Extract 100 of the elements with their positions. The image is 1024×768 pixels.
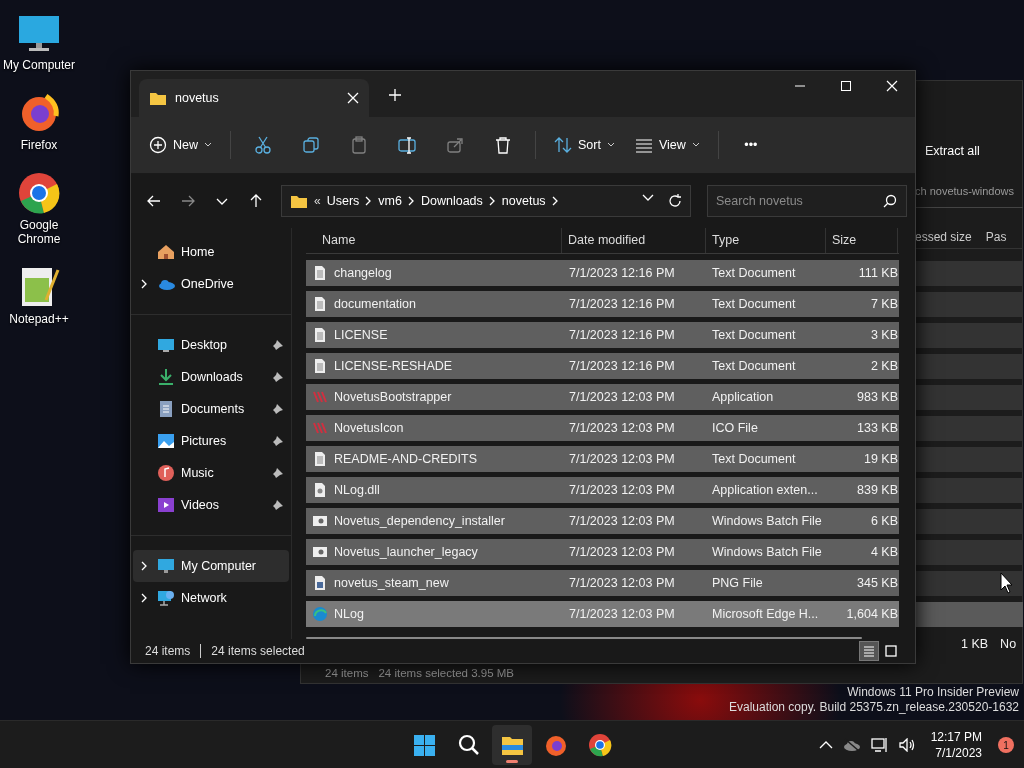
address-bar[interactable]: « Users vm6 Downloads novetus — [281, 185, 691, 217]
table-cell-text: Text Document — [711, 327, 797, 342]
horizontal-scrollbar[interactable] — [306, 636, 862, 639]
window-tab[interactable]: novetus — [139, 79, 369, 117]
chevron-right-icon — [551, 196, 559, 206]
caret-icon — [606, 142, 615, 148]
file-name[interactable]: NovetusIcon — [306, 419, 562, 436]
tab-title: novetus — [175, 91, 220, 105]
file-explorer-taskbar-button[interactable] — [492, 725, 532, 765]
sidebar-item[interactable]: Downloads — [133, 361, 289, 393]
extract-all-button[interactable]: Extract all — [917, 133, 988, 169]
videos-icon — [157, 496, 175, 514]
sidebar-item[interactable]: My Computer — [133, 550, 289, 582]
file-row[interactable]: documentation 7/1/2023 12:16 PM Text Document 7 KB — [306, 290, 899, 317]
sidebar-item[interactable]: Home — [133, 236, 289, 268]
file-name[interactable]: NovetusBootstrapper — [306, 388, 562, 405]
network-icon — [157, 589, 175, 607]
desktop-icon-label[interactable]: Google Chrome — [0, 218, 78, 246]
desktop-icon-label[interactable]: Firefox — [20, 138, 58, 152]
table-cell-text: 7/1/2023 12:03 PM — [568, 575, 676, 590]
column-header[interactable]: essed size — [915, 230, 986, 244]
table-cell-text: 7/1/2023 12:16 PM — [568, 265, 676, 280]
firefox-icon — [544, 733, 568, 757]
list-icon — [634, 136, 653, 154]
file-name[interactable]: README-AND-CREDITS — [306, 450, 562, 467]
refresh-icon[interactable] — [668, 194, 682, 208]
dropdown-icon[interactable] — [642, 194, 654, 202]
home-icon — [157, 243, 175, 261]
new-button[interactable]: New — [141, 127, 220, 163]
table-cell-text: ICO File — [711, 420, 759, 435]
overflow-chevron[interactable]: « — [314, 194, 321, 208]
sidebar-item[interactable]: Network — [133, 582, 289, 614]
more-button[interactable]: ••• — [728, 127, 773, 163]
breadcrumb[interactable]: vm6 — [378, 194, 402, 208]
maximize-icon — [840, 80, 852, 92]
file-name[interactable]: LICENSE — [306, 326, 562, 343]
breadcrumb[interactable]: Users — [326, 194, 360, 208]
file-row[interactable]: LICENSE-RESHADE 7/1/2023 12:16 PM Text Document 2 KB — [306, 352, 899, 379]
sidebar-item[interactable]: Videos — [133, 489, 289, 521]
file-row[interactable]: NovetusBootstrapper 7/1/2023 12:03 PM Application 983 KB — [306, 383, 899, 410]
desktop-icon-label[interactable]: My Computer — [3, 58, 75, 72]
file-row[interactable]: Novetus_launcher_legacy 7/1/2023 12:03 PM Windows Batch File 4 KB — [306, 538, 899, 565]
file-row[interactable]: Novetus_dependency_installer 7/1/2023 12:03 PM Windows Batch File 6 KB — [306, 507, 899, 534]
file-row[interactable]: NovetusIcon 7/1/2023 12:03 PM ICO File 133 KB — [306, 414, 899, 441]
notification-badge[interactable]: 1 — [998, 737, 1014, 753]
status-text: 24 items selected — [200, 644, 305, 658]
cloud-offline-icon[interactable] — [842, 738, 861, 752]
chrome-icon[interactable] — [16, 170, 62, 216]
column-header[interactable]: Name — [306, 228, 562, 253]
file-name[interactable]: novetus_steam_new — [306, 574, 562, 591]
network-icon[interactable] — [870, 737, 889, 753]
list-row[interactable] — [915, 571, 1023, 596]
file-row[interactable]: novetus_steam_new 7/1/2023 12:03 PM PNG File 345 KB — [306, 569, 899, 596]
file-row[interactable]: changelog 7/1/2023 12:16 PM Text Document 111 KB — [306, 259, 899, 286]
file-name[interactable]: Novetus_launcher_legacy — [306, 543, 562, 560]
desktop-icon — [157, 336, 175, 354]
chevron-right-icon[interactable] — [141, 279, 148, 289]
caret-up-icon[interactable] — [818, 740, 833, 750]
table-cell-text: Text Document — [711, 358, 797, 373]
file-name[interactable]: NLog.dll — [306, 481, 562, 498]
table-cell-text: 4 KB — [869, 544, 898, 559]
clock[interactable]: 12:17 PM 7/1/2023 — [924, 729, 988, 761]
breadcrumb[interactable]: Downloads — [420, 194, 483, 208]
sort-button[interactable]: Sort — [546, 127, 623, 163]
file-name[interactable]: documentation — [306, 295, 562, 312]
sidebar-item[interactable]: Documents — [133, 393, 289, 425]
document-icon — [312, 264, 328, 281]
close-tab-button[interactable] — [347, 92, 359, 104]
file-name[interactable]: LICENSE-RESHADE — [306, 357, 562, 374]
column-header[interactable]: Size — [826, 228, 898, 253]
chevron-right-icon[interactable] — [141, 561, 148, 571]
file-row[interactable]: README-AND-CREDITS 7/1/2023 12:03 PM Text Document 19 KB — [306, 445, 899, 472]
file-name[interactable]: NLog — [306, 605, 562, 622]
chevron-right-icon — [365, 196, 373, 206]
mouse-pointer-icon — [1000, 572, 1014, 594]
table-cell-text: 19 KB — [862, 451, 898, 466]
sidebar-item[interactable]: OneDrive — [133, 268, 289, 300]
table-cell-text: 839 KB — [856, 482, 898, 497]
sidebar-item[interactable]: Music — [133, 457, 289, 489]
column-header[interactable]: Date modified — [562, 228, 706, 253]
search-field[interactable]: Search novetus — [707, 185, 907, 217]
file-row[interactable]: NLog 7/1/2023 12:03 PM Microsoft Edge H... 1,604 KB — [306, 600, 899, 627]
speaker-icon[interactable] — [898, 738, 915, 752]
table-cell: 1 KB — [961, 637, 989, 651]
chevron-right-icon[interactable] — [141, 593, 148, 603]
sidebar-item[interactable]: Desktop — [133, 329, 289, 361]
arrow-up-icon — [248, 193, 264, 209]
column-header[interactable]: Type — [706, 228, 826, 253]
sidebar-item[interactable]: Pictures — [133, 425, 289, 457]
file-name[interactable]: changelog — [306, 264, 562, 281]
file-row[interactable]: NLog.dll 7/1/2023 12:03 PM Application exten... 839 KB — [306, 476, 899, 503]
file-row[interactable]: LICENSE 7/1/2023 12:16 PM Text Document 3 KB — [306, 321, 899, 348]
column-header[interactable]: Pas — [985, 230, 1021, 244]
breadcrumb[interactable]: novetus — [501, 194, 546, 208]
watermark-text: Evaluation copy. Build 25375.zn_release.230520-1632 — [729, 700, 1019, 715]
watermark-text: Windows 11 Pro Insider Preview — [846, 685, 1019, 700]
file-name[interactable]: Novetus_dependency_installer — [306, 512, 562, 529]
view-button[interactable]: View — [626, 127, 708, 163]
table-cell-text: PNG File — [711, 575, 764, 590]
desktop-icon-label[interactable]: Notepad++ — [9, 312, 69, 326]
